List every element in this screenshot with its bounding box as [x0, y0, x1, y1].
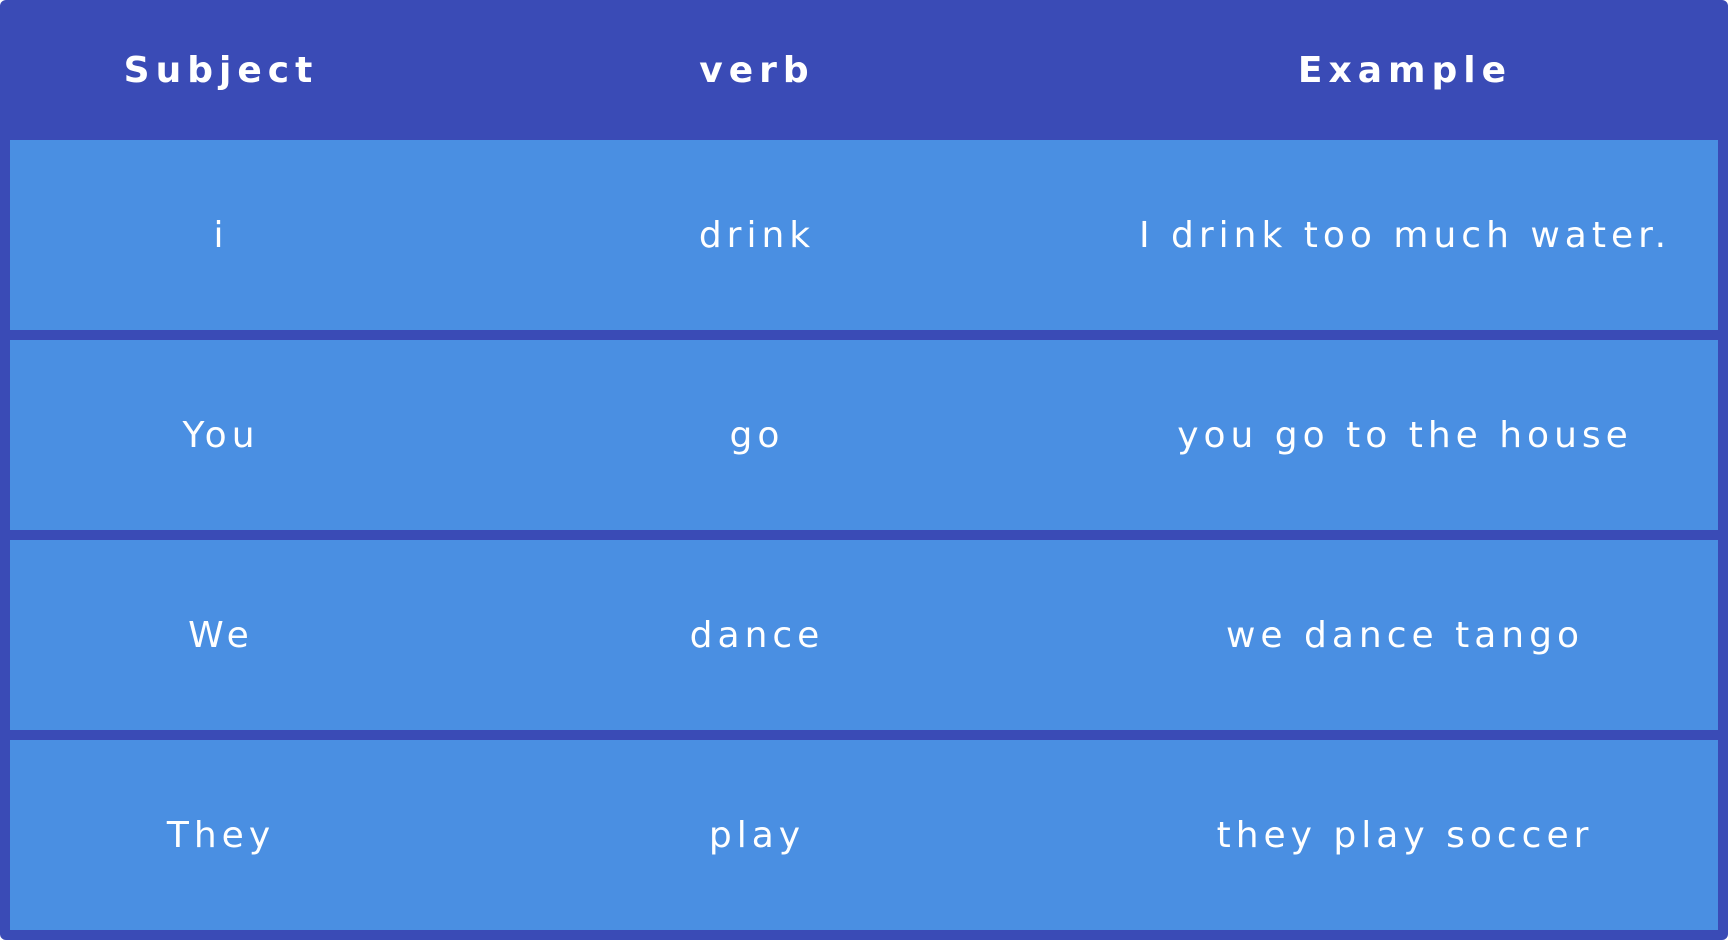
example-cell: I drink too much water. — [1138, 214, 1672, 256]
table-header-row: Subject verb Example — [0, 0, 1728, 140]
subject-cell: You — [182, 414, 260, 456]
table-row: i drink I drink too much water. — [10, 140, 1718, 330]
table-row: We dance we dance tango — [10, 540, 1718, 730]
header-cell-example: Example — [1297, 49, 1513, 91]
subject-cell: They — [166, 814, 276, 856]
table-row: You go you go to the house — [10, 340, 1718, 530]
table-row: They play they play soccer — [10, 740, 1718, 930]
verb-cell: dance — [689, 614, 825, 656]
subject-cell: We — [188, 614, 254, 656]
verb-conjugation-table: Subject verb Example i drink I drink too… — [0, 0, 1728, 940]
verb-cell: go — [729, 414, 785, 456]
subject-cell: i — [213, 214, 229, 256]
header-cell-subject: Subject — [123, 49, 319, 91]
example-cell: you go to the house — [1177, 414, 1633, 456]
verb-cell: drink — [698, 214, 816, 256]
example-cell: we dance tango — [1225, 614, 1585, 656]
example-cell: they play soccer — [1216, 814, 1594, 856]
header-cell-verb: verb — [699, 49, 815, 91]
verb-cell: play — [708, 814, 806, 856]
